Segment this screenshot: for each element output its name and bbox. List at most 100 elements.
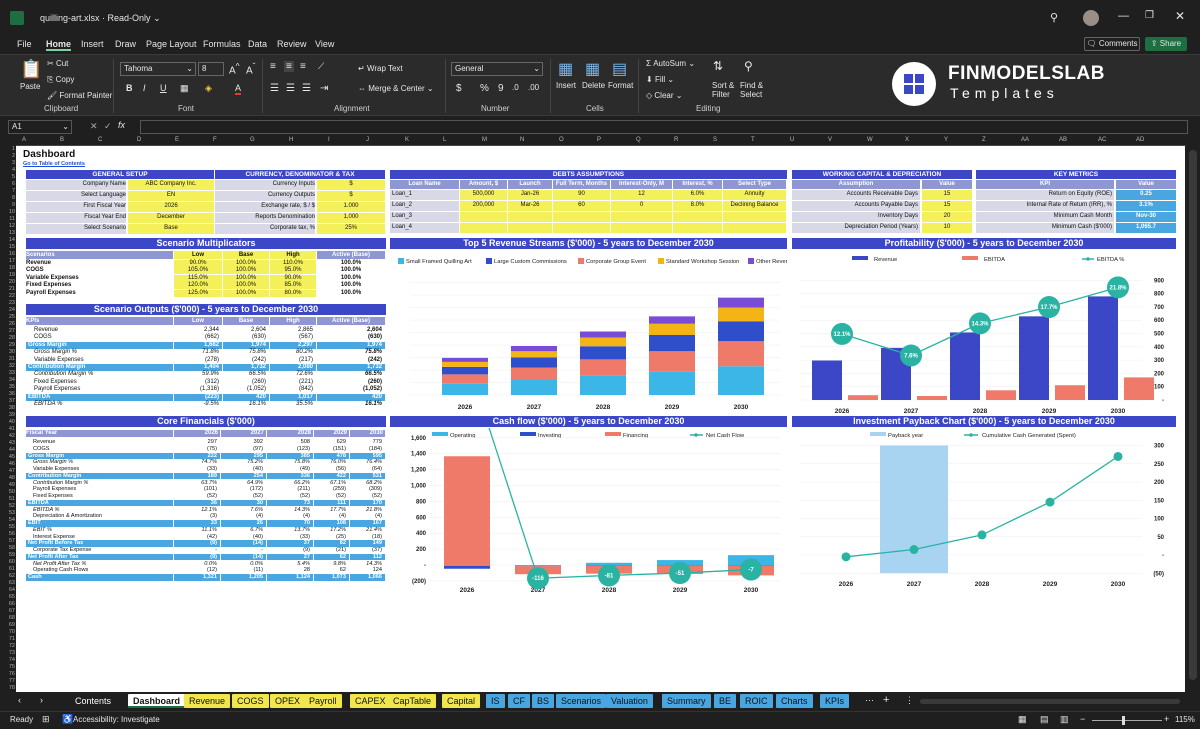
column-header[interactable]: L [443,137,446,143]
row-header[interactable]: 15 [1,244,15,250]
column-header[interactable]: J [366,137,369,143]
row-header[interactable]: 45 [1,454,15,460]
worksheet[interactable]: Dashboard Go to Table of Contents GENERA… [16,146,1185,692]
row-header[interactable]: 69 [1,622,15,628]
zoom-thumb[interactable] [1122,716,1125,725]
sheet-tab[interactable]: KPIs [820,694,850,708]
row-header[interactable]: 5 [1,174,15,180]
row-header[interactable]: 34 [1,377,15,383]
row-header[interactable]: 17 [1,258,15,264]
debt-cell[interactable] [508,223,552,233]
column-header[interactable]: K [405,137,409,143]
debt-cell[interactable] [611,212,672,222]
debt-cell[interactable]: 0 [611,201,672,211]
multiplier-value[interactable]: 100.0% [223,267,269,275]
menu-page-layout[interactable]: Page Layout [146,39,197,49]
row-header[interactable]: 58 [1,545,15,551]
align-right-icon[interactable]: ☰ [302,83,311,94]
scroll-thumb[interactable] [1189,150,1197,680]
row-header[interactable]: 26 [1,321,15,327]
row-header[interactable]: 42 [1,433,15,439]
row-header[interactable]: 68 [1,615,15,621]
row-header[interactable]: 52 [1,503,15,509]
format-painter-button[interactable]: 🖌 Format Painter [47,91,112,100]
wc-value[interactable]: 15 [922,201,972,211]
bold-button[interactable]: B [126,83,133,93]
menu-file[interactable]: File [17,39,32,49]
debt-cell[interactable]: Annuity [723,190,786,200]
row-header[interactable]: 28 [1,335,15,341]
sheet-tab[interactable]: Contents [70,694,116,708]
clear-button[interactable]: ◇ Clear ⌄ [646,91,682,100]
debt-cell[interactable]: 12 [611,190,672,200]
row-header[interactable]: 32 [1,363,15,369]
zoom-slider[interactable] [1092,720,1162,721]
font-color-icon[interactable]: A [235,83,242,95]
autosum-button[interactable]: Σ AutoSum ⌄ [646,59,695,68]
row-header[interactable]: 3 [1,160,15,166]
menu-view[interactable]: View [315,39,334,49]
insert-cells-icon[interactable]: ▦ [558,59,573,79]
row-header[interactable]: 46 [1,461,15,467]
decrease-decimal-icon[interactable]: .00 [528,83,539,92]
insert-cells-button[interactable]: Insert [556,81,576,90]
sheet-tab[interactable]: CAPEX [350,694,391,708]
column-header[interactable]: E [175,137,179,143]
column-header[interactable]: O [559,137,564,143]
debt-cell[interactable]: 6.0% [673,190,722,200]
setup-value[interactable]: 2026 [128,202,214,212]
currency-value[interactable]: 1.000 [317,202,385,212]
sheet-tab[interactable]: ROIC [740,694,773,708]
row-header[interactable]: 78 [1,685,15,691]
row-header[interactable]: 9 [1,202,15,208]
row-header[interactable]: 41 [1,426,15,432]
debt-cell[interactable] [673,223,722,233]
row-header[interactable]: 60 [1,559,15,565]
row-header[interactable]: 44 [1,447,15,453]
multiplier-value[interactable]: 105.0% [174,267,222,275]
column-header[interactable]: G [250,137,255,143]
toc-link[interactable]: Go to Table of Contents [23,161,85,167]
fill-button[interactable]: ⬇ Fill ⌄ [646,75,674,84]
debt-cell[interactable] [611,223,672,233]
row-header[interactable]: 65 [1,594,15,600]
italic-button[interactable]: I [143,83,146,93]
page-break-view-icon[interactable]: ▥ [1060,714,1069,725]
align-bottom-icon[interactable]: ≡ [300,61,306,72]
debt-cell[interactable] [723,223,786,233]
currency-value[interactable]: 1,000 [317,213,385,223]
row-header[interactable]: 43 [1,440,15,446]
debt-cell[interactable] [723,212,786,222]
column-header[interactable]: R [674,137,678,143]
row-header[interactable]: 47 [1,468,15,474]
row-header[interactable]: 11 [1,216,15,222]
search-icon[interactable]: ⚲ [1050,11,1058,24]
orientation-icon[interactable]: ⟋ [318,61,324,72]
borders-icon[interactable]: ▦ [180,83,189,94]
debt-cell[interactable] [460,212,507,222]
sheet-tab[interactable]: BE [714,694,737,708]
menu-review[interactable]: Review [277,39,307,49]
column-header[interactable]: I [328,137,330,143]
sheet-tab[interactable]: Capital [442,694,481,708]
debt-cell[interactable]: 90 [553,190,610,200]
row-header[interactable]: 1 [1,146,15,152]
grow-font-button[interactable]: A^ [229,61,240,76]
row-header[interactable]: 14 [1,237,15,243]
debt-cell[interactable]: 500,000 [460,190,507,200]
row-header[interactable]: 33 [1,370,15,376]
row-header[interactable]: 7 [1,188,15,194]
column-header[interactable]: Z [982,137,986,143]
row-header[interactable]: 57 [1,538,15,544]
formula-input[interactable] [140,120,1188,134]
currency-value[interactable]: 25% [317,224,385,234]
row-header[interactable]: 71 [1,636,15,642]
row-header[interactable]: 13 [1,230,15,236]
column-header[interactable]: U [790,137,794,143]
row-header[interactable]: 31 [1,356,15,362]
underline-button[interactable]: U [160,83,167,93]
row-header[interactable]: 6 [1,181,15,187]
row-header[interactable]: 64 [1,587,15,593]
column-header[interactable]: Y [944,137,948,143]
row-header[interactable]: 35 [1,384,15,390]
